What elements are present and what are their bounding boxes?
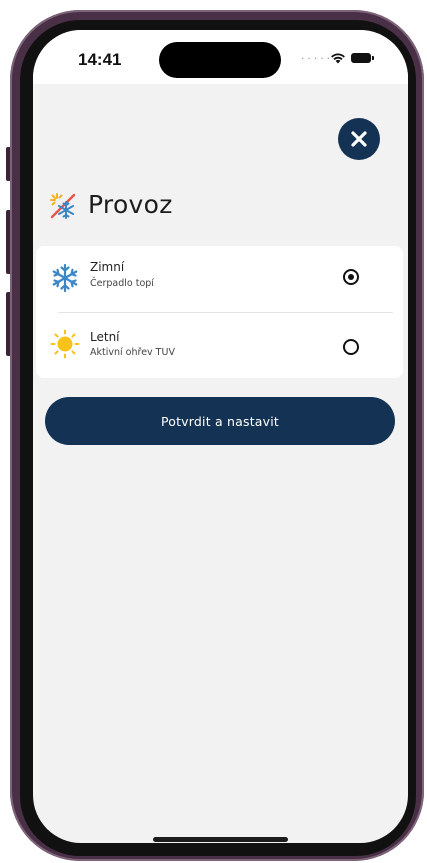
screen: 14:41 ..... Provoz Zimní Čerpadlo topí L… bbox=[33, 30, 408, 843]
option-summer-subtitle: Aktivní ohřev TUV bbox=[90, 347, 175, 358]
status-bar: 14:41 ..... bbox=[33, 30, 408, 84]
options-card: Zimní Čerpadlo topí Letní Aktivní ohřev … bbox=[36, 246, 403, 378]
close-button[interactable] bbox=[338, 118, 380, 160]
option-winter-subtitle: Čerpadlo topí bbox=[90, 278, 154, 289]
sun-icon bbox=[50, 329, 80, 359]
option-summer-label: Letní bbox=[90, 330, 120, 344]
option-winter[interactable]: Zimní Čerpadlo topí bbox=[36, 246, 403, 312]
home-indicator bbox=[153, 837, 288, 842]
confirm-button[interactable]: Potvrdit a nastavit bbox=[45, 397, 395, 445]
status-time: 14:41 bbox=[78, 50, 122, 69]
radio-winter[interactable] bbox=[343, 269, 359, 285]
snowflake-icon bbox=[52, 263, 78, 293]
option-winter-label: Zimní bbox=[90, 260, 125, 274]
radio-summer[interactable] bbox=[343, 339, 359, 355]
close-icon bbox=[351, 131, 367, 147]
snow-sun-icon bbox=[50, 193, 76, 219]
signal-icon: ..... bbox=[300, 52, 333, 62]
page-title: Provoz bbox=[88, 190, 173, 219]
battery-icon bbox=[351, 53, 374, 63]
option-summer[interactable]: Letní Aktivní ohřev TUV bbox=[36, 312, 403, 378]
dynamic-island bbox=[159, 42, 281, 78]
wifi-icon bbox=[331, 53, 345, 64]
